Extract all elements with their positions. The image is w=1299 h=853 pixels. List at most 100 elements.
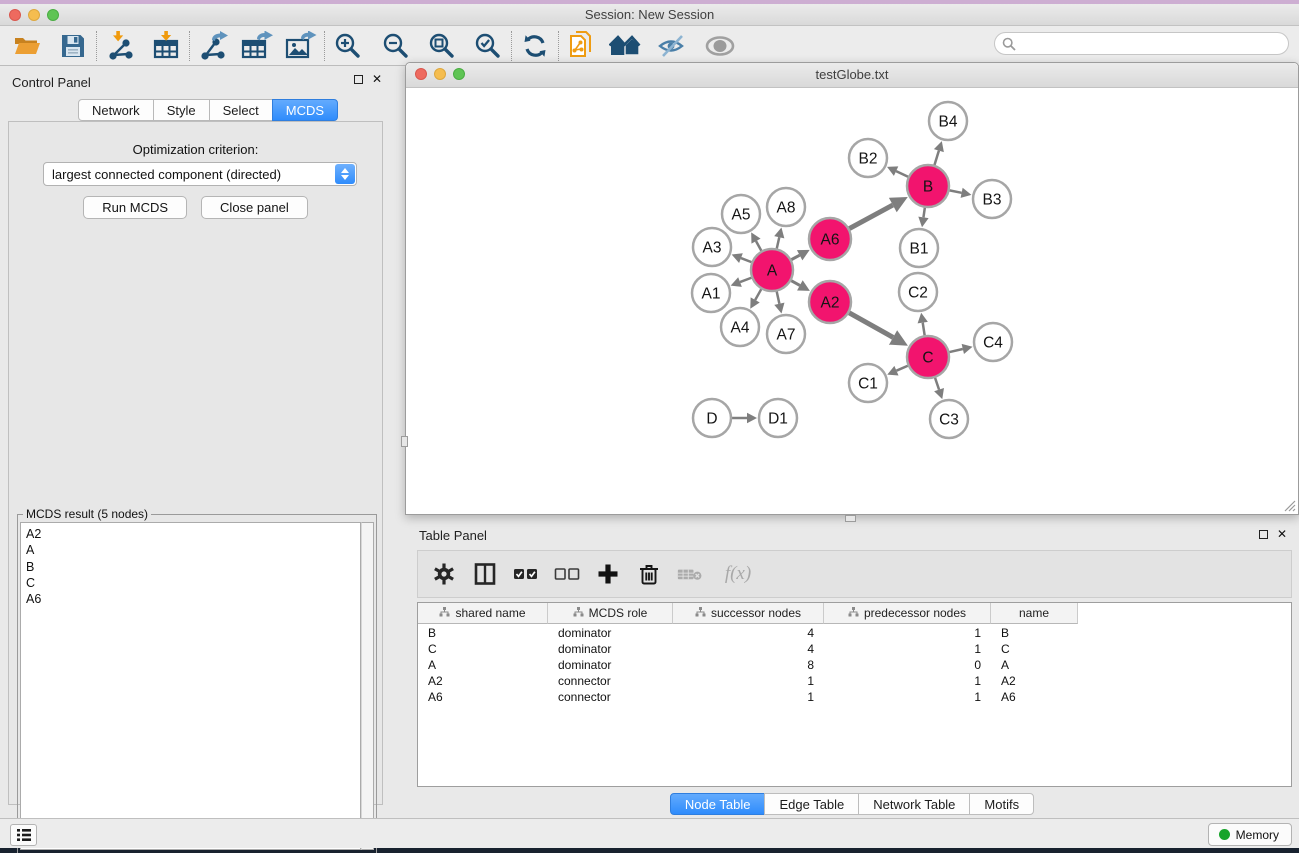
graph-node-B1[interactable]: B1 [900, 229, 938, 267]
graph-edge-A-A7[interactable] [777, 291, 780, 303]
window-resize-grip[interactable] [1282, 498, 1296, 512]
graph-edge-C-C3[interactable] [935, 378, 939, 390]
mcds-result-item[interactable]: A2 [26, 526, 360, 542]
graph-edge-A-A2[interactable] [791, 281, 800, 286]
graph-node-A4[interactable]: A4 [721, 308, 759, 346]
mcds-result-item[interactable]: A [26, 542, 360, 558]
add-column-icon[interactable] [595, 561, 621, 587]
graph-node-A8[interactable]: A8 [767, 188, 805, 226]
import-table-icon[interactable] [149, 31, 183, 61]
graph-edge-C-C2[interactable] [923, 323, 925, 336]
function-builder-icon[interactable]: f(x) [718, 561, 758, 587]
table-tab-motifs[interactable]: Motifs [969, 793, 1034, 815]
table-settings-icon[interactable] [431, 561, 457, 587]
select-all-icon[interactable] [513, 561, 539, 587]
deselect-all-icon[interactable] [554, 561, 580, 587]
graph-edge-C-C4[interactable] [949, 349, 962, 352]
criterion-dropdown[interactable]: largest connected component (directed) [43, 162, 357, 186]
export-network-icon[interactable] [196, 31, 230, 61]
graph-edge-A-A1[interactable] [740, 278, 751, 282]
search-input[interactable] [1016, 35, 1288, 53]
graph-node-D[interactable]: D [693, 399, 731, 437]
mcds-result-item[interactable]: C [26, 575, 360, 591]
graph-node-B[interactable]: B [907, 165, 949, 207]
graph-edge-A6-B[interactable] [849, 205, 892, 229]
delete-column-icon[interactable] [636, 561, 662, 587]
control-tab-style[interactable]: Style [153, 99, 210, 121]
column-header-successor-nodes[interactable]: successor nodes [673, 603, 824, 624]
network-overview-icon[interactable] [609, 31, 643, 61]
show-graphics-details-icon[interactable] [703, 31, 737, 61]
mcds-result-item[interactable]: A6 [26, 591, 360, 607]
graph-node-B3[interactable]: B3 [973, 180, 1011, 218]
graph-node-B2[interactable]: B2 [849, 139, 887, 177]
zoom-fit-icon[interactable] [425, 31, 459, 61]
graph-node-C[interactable]: C [907, 336, 949, 378]
control-tab-network[interactable]: Network [78, 99, 154, 121]
graph-edge-B-B2[interactable] [896, 171, 908, 177]
table-float-panel-icon[interactable] [1259, 530, 1268, 539]
network-window-titlebar[interactable]: testGlobe.txt [406, 63, 1298, 88]
control-tab-mcds[interactable]: MCDS [272, 99, 338, 121]
graph-node-C2[interactable]: C2 [899, 273, 937, 311]
graph-edge-B-B1[interactable] [923, 208, 924, 218]
graph-edge-A-A4[interactable] [755, 289, 761, 300]
graph-node-A7[interactable]: A7 [767, 315, 805, 353]
close-panel-button[interactable]: Close panel [201, 196, 308, 219]
zoom-in-icon[interactable] [331, 31, 365, 61]
column-header-name[interactable]: name [991, 603, 1078, 624]
show-columns-icon[interactable] [472, 561, 498, 587]
graph-node-A1[interactable]: A1 [692, 274, 730, 312]
graph-node-C3[interactable]: C3 [930, 400, 968, 438]
table-tab-edge-table[interactable]: Edge Table [764, 793, 859, 815]
graph-node-A2[interactable]: A2 [809, 281, 851, 323]
export-image-icon[interactable] [284, 31, 318, 61]
zoom-out-icon[interactable] [379, 31, 413, 61]
graph-node-B4[interactable]: B4 [929, 102, 967, 140]
mcds-result-item[interactable]: B [26, 559, 360, 575]
search-field[interactable] [994, 32, 1289, 55]
export-table-icon[interactable] [240, 31, 274, 61]
table-tab-node-table[interactable]: Node Table [670, 793, 766, 815]
graph-node-C1[interactable]: C1 [849, 364, 887, 402]
graph-node-D1[interactable]: D1 [759, 399, 797, 437]
graph-node-A[interactable]: A [751, 249, 793, 291]
result-scrollbar[interactable] [361, 522, 374, 850]
open-file-icon[interactable] [10, 31, 44, 61]
close-panel-icon[interactable]: ✕ [372, 74, 382, 84]
zoom-selected-icon[interactable] [471, 31, 505, 61]
task-history-button[interactable] [10, 824, 37, 846]
delete-table-icon[interactable] [677, 561, 703, 587]
graph-node-A6[interactable]: A6 [809, 218, 851, 260]
graph-edge-A-A5[interactable] [756, 241, 761, 251]
table-row[interactable]: Cdominator41C [418, 641, 1078, 657]
table-close-panel-icon[interactable]: ✕ [1277, 529, 1287, 539]
table-row[interactable]: Bdominator41B [418, 625, 1078, 641]
run-mcds-button[interactable]: Run MCDS [83, 196, 187, 219]
graph-edge-C-C1[interactable] [896, 366, 907, 371]
memory-button[interactable]: Memory [1208, 823, 1292, 846]
horizontal-splitter-grip[interactable] [845, 515, 856, 522]
graph-edge-A-A8[interactable] [777, 237, 780, 248]
graph-node-C4[interactable]: C4 [974, 323, 1012, 361]
column-header-MCDS-role[interactable]: MCDS role [548, 603, 673, 624]
graph-edge-A2-C[interactable] [849, 313, 893, 338]
vertical-splitter-grip[interactable] [401, 436, 408, 447]
table-row[interactable]: A2connector11A2 [418, 673, 1078, 689]
mcds-result-list[interactable]: A2ABCA6 [20, 522, 361, 850]
graph-node-A3[interactable]: A3 [693, 228, 731, 266]
graph-edge-A-A6[interactable] [791, 255, 799, 259]
table-tab-network-table[interactable]: Network Table [858, 793, 970, 815]
table-row[interactable]: A6connector11A6 [418, 689, 1078, 705]
refresh-icon[interactable] [518, 31, 552, 61]
graph-edge-B-B4[interactable] [934, 151, 938, 165]
import-network-icon[interactable] [103, 31, 137, 61]
control-tab-select[interactable]: Select [209, 99, 273, 121]
graph-node-A5[interactable]: A5 [722, 195, 760, 233]
save-session-icon[interactable] [56, 31, 90, 61]
network-canvas[interactable]: B4 B2 B B3 A5A8A6 A3 B1 A A1 C2 A2 A4A7 C C4 C1 C3 D D1 [407, 89, 1297, 514]
graph-edge-B-B3[interactable] [950, 190, 962, 192]
hide-graphics-details-icon[interactable] [655, 31, 689, 61]
graph-edge-A-A3[interactable] [741, 258, 752, 262]
new-network-from-selection-icon[interactable] [565, 31, 599, 61]
